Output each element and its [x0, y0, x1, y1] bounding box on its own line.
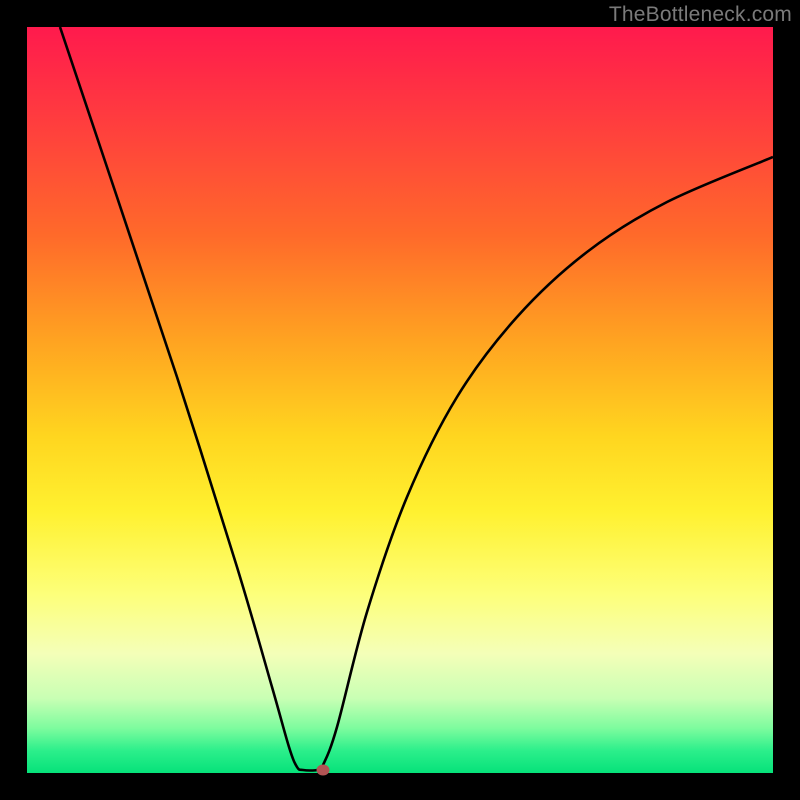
curve-svg: [27, 27, 773, 773]
minimum-marker-dot: [317, 765, 330, 776]
plot-area: [27, 27, 773, 773]
chart-frame: TheBottleneck.com: [0, 0, 800, 800]
watermark-text: TheBottleneck.com: [609, 3, 792, 27]
bottleneck-curve: [60, 27, 773, 771]
